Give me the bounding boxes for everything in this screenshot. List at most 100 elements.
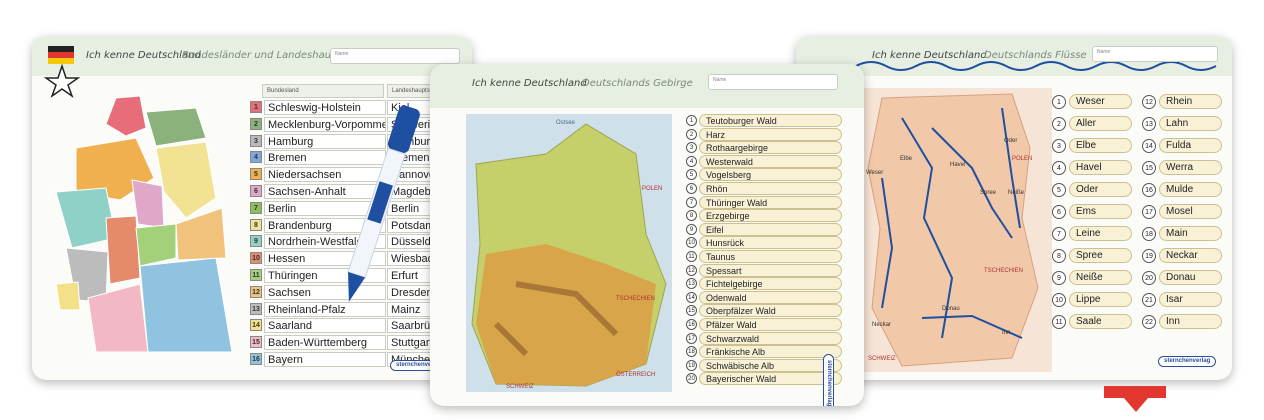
mountain-name-field[interactable]: Bayerischer Wald	[699, 372, 842, 386]
river-row: 22 Inn	[1142, 314, 1222, 330]
river-row: 4 Havel	[1052, 160, 1132, 176]
river-name-field[interactable]: Aller	[1069, 116, 1132, 131]
mountain-number-badge: 14	[686, 291, 697, 303]
mountain-row: 15 Oberpfälzer Wald	[686, 304, 842, 318]
river-name-field[interactable]: Main	[1159, 226, 1222, 241]
state-number-badge: 7	[250, 201, 262, 214]
mountain-name-field[interactable]: Eifel	[699, 222, 842, 236]
mountain-number-badge: 1	[686, 115, 697, 126]
state-name-field[interactable]: Bayern	[264, 352, 386, 367]
river-name-field[interactable]: Weser	[1069, 94, 1132, 109]
river-name-field[interactable]: Elbe	[1069, 138, 1132, 153]
mountain-number-badge: 12	[686, 264, 697, 276]
mountain-name-field[interactable]: Fränkische Alb	[699, 345, 842, 359]
mountain-name-field[interactable]: Westerwald	[699, 154, 842, 168]
river-name-field[interactable]: Lahn	[1159, 116, 1222, 131]
river-name-field[interactable]: Havel	[1069, 160, 1132, 175]
river-name-field[interactable]: Inn	[1159, 314, 1222, 329]
mountain-name-field[interactable]: Spessart	[699, 263, 842, 277]
river-number-badge: 5	[1052, 183, 1066, 197]
mountain-name-field[interactable]: Odenwald	[699, 290, 842, 304]
state-name-field[interactable]: Baden-Württemberg	[264, 335, 386, 351]
mountain-row: 11 Taunus	[686, 250, 842, 264]
river-row: 8 Spree	[1052, 248, 1132, 264]
river-name-field[interactable]: Werra	[1159, 160, 1222, 175]
mountains-card: Ich kenne Deutschland Deutschlands Gebir…	[430, 64, 864, 406]
map-label-swiss: SCHWEIZ	[868, 356, 896, 362]
river-number-badge: 12	[1142, 95, 1156, 109]
river-row: 13 Lahn	[1142, 116, 1222, 132]
mountain-row: 18 Fränkische Alb	[686, 345, 842, 359]
states-name-field[interactable]: Name	[330, 48, 460, 64]
river-name-field[interactable]: Saale	[1069, 314, 1132, 329]
mountain-number-badge: 4	[686, 155, 697, 167]
river-row: 10 Lippe	[1052, 292, 1132, 308]
map-label-neckar: Neckar	[872, 322, 891, 328]
river-number-badge: 15	[1142, 161, 1156, 175]
river-name-field[interactable]: Lippe	[1069, 292, 1132, 307]
river-number-badge: 3	[1052, 139, 1066, 153]
wave-line-icon	[855, 61, 1217, 71]
mountain-number-badge: 15	[686, 305, 697, 317]
river-row: 11 Saale	[1052, 314, 1132, 330]
rivers-title: Ich kenne Deutschland	[872, 50, 987, 61]
river-number-badge: 11	[1052, 315, 1066, 329]
river-name-field[interactable]: Ems	[1069, 204, 1132, 219]
river-name-field[interactable]: Oder	[1069, 182, 1132, 197]
mountain-name-field[interactable]: Pfälzer Wald	[699, 318, 842, 331]
river-row: 2 Aller	[1052, 116, 1132, 132]
mountain-name-field[interactable]: Teutoburger Wald	[699, 114, 842, 127]
map-label-sea: Ostsee	[556, 120, 576, 126]
river-name-field[interactable]: Spree	[1069, 248, 1132, 263]
map-label-spree: Spree	[980, 190, 997, 196]
river-name-field[interactable]: Mulde	[1159, 182, 1222, 197]
mountain-row: 7 Thüringer Wald	[686, 195, 842, 210]
mountain-name-field[interactable]: Fichtelgebirge	[699, 277, 842, 291]
river-number-badge: 18	[1142, 227, 1156, 241]
map-label-inn: Inn	[1002, 330, 1010, 336]
river-name-field[interactable]: Donau	[1159, 270, 1222, 285]
mountain-number-badge: 2	[686, 128, 697, 140]
mountain-number-badge: 13	[686, 278, 697, 290]
river-name-field[interactable]: Neiße	[1069, 270, 1132, 285]
river-name-field[interactable]: Isar	[1159, 292, 1222, 307]
river-number-badge: 1	[1052, 95, 1066, 109]
river-name-field[interactable]: Mosel	[1159, 204, 1222, 219]
mountain-name-field[interactable]: Taunus	[699, 250, 842, 263]
state-row: 15 Baden-Württemberg Stuttgart	[250, 335, 458, 351]
river-row: 21 Isar	[1142, 292, 1222, 308]
mountain-row: 2 Harz	[686, 127, 842, 142]
mountain-number-badge: 7	[686, 196, 697, 208]
river-name-field[interactable]: Leine	[1069, 226, 1132, 241]
river-name-field[interactable]: Neckar	[1159, 248, 1222, 263]
state-number-badge: 16	[250, 353, 262, 365]
map-label-oder: Oder	[1004, 138, 1017, 144]
mountain-name-field[interactable]: Thüringer Wald	[699, 195, 842, 209]
mountain-name-field[interactable]: Erzgebirge	[699, 209, 842, 223]
mountain-row: 20 Bayerischer Wald	[686, 372, 842, 386]
mountain-row: 8 Erzgebirge	[686, 209, 842, 223]
river-number-badge: 10	[1052, 293, 1066, 307]
river-name-field[interactable]: Rhein	[1159, 94, 1222, 109]
mountain-name-field[interactable]: Schwarzwald	[699, 331, 842, 345]
publisher-logo: sternchenverlag	[823, 354, 834, 406]
rivers-name-field[interactable]: Name	[1092, 46, 1218, 62]
map-label-czech: TSCHECHIEN	[616, 296, 655, 302]
mountain-name-field[interactable]: Oberpfälzer Wald	[699, 304, 842, 318]
map-label-poland: POLEN	[642, 186, 662, 192]
river-row: 5 Oder	[1052, 182, 1132, 198]
mountain-name-field[interactable]: Schwäbische Alb	[699, 358, 842, 372]
mountains-name-field[interactable]: Name	[708, 74, 838, 90]
river-row: 16 Mulde	[1142, 182, 1222, 198]
mountain-name-field[interactable]: Vogelsberg	[699, 168, 842, 182]
river-name-field[interactable]: Fulda	[1159, 138, 1222, 153]
river-row: 9 Neiße	[1052, 270, 1132, 286]
mountain-name-field[interactable]: Rhön	[699, 182, 842, 195]
mountain-name-field[interactable]: Harz	[699, 127, 842, 141]
mountain-name-field[interactable]: Rothaargebirge	[699, 141, 842, 155]
mountains-title: Ich kenne Deutschland	[472, 78, 587, 89]
river-row: 15 Werra	[1142, 160, 1222, 176]
mountain-number-badge: 11	[686, 251, 697, 262]
map-label-poland: POLEN	[1012, 156, 1032, 162]
mountain-name-field[interactable]: Hunsrück	[699, 236, 842, 250]
